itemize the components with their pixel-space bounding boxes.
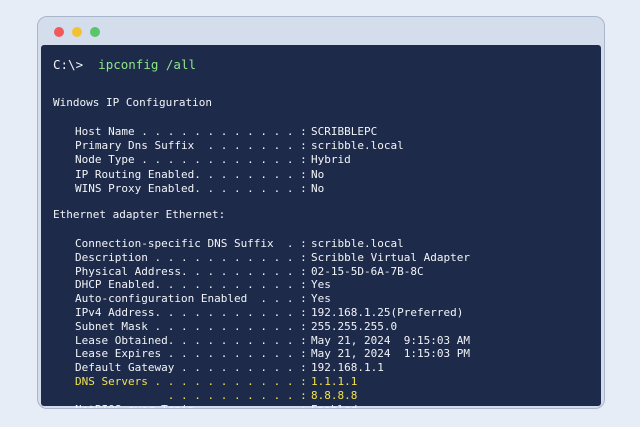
config-row: Lease Obtained. . . . . . . . . . : May 2… (75, 334, 470, 347)
config-row: Node Type . . . . . . . . . . . . : Hybri… (75, 153, 351, 166)
config-label: WINS Proxy Enabled. . . . . . . . : (75, 181, 307, 195)
config-row: DHCP Enabled. . . . . . . . . . . : Yes (75, 278, 331, 291)
config-value: 1.1.1.1 (311, 375, 358, 388)
title-bar (38, 17, 604, 45)
config-row: Primary Dns Suffix . . . . . . . : scribb… (75, 139, 404, 152)
config-value: scribble.local (311, 139, 404, 153)
config-row: Connection-specific DNS Suffix . : scribb… (75, 237, 404, 250)
config-label: Physical Address. . . . . . . . . : (75, 264, 307, 278)
config-value: Scribble Virtual Adapter (311, 250, 470, 264)
config-row: Physical Address. . . . . . . . . : 02-15… (75, 265, 424, 278)
config-row: . . . . . . . . . . : 8.8.8.8 (75, 388, 358, 402)
config-label: Primary Dns Suffix . . . . . . . : (75, 139, 307, 153)
maximize-button[interactable] (90, 27, 100, 37)
config-value: Yes (311, 278, 331, 292)
config-label: DNS Servers . . . . . . . . . . . : (75, 375, 307, 388)
config-label: Subnet Mask . . . . . . . . . . . : (75, 319, 307, 333)
config-label: Default Gateway . . . . . . . . . : (75, 361, 307, 375)
config-value: scribble.local (311, 237, 404, 250)
config-label: IPv4 Address. . . . . . . . . . . : (75, 306, 307, 319)
config-value: 8.8.8.8 (311, 388, 358, 402)
config-value: 255.255.255.0 (311, 319, 398, 333)
config-value: SCRIBBLEPC (311, 125, 378, 138)
config-value: No (311, 167, 325, 181)
config-row: IPv4 Address. . . . . . . . . . . : 192.1… (75, 306, 463, 319)
minimize-button[interactable] (72, 27, 82, 37)
config-label: Lease Expires . . . . . . . . . . : (75, 347, 307, 361)
config-row: Description . . . . . . . . . . . : Scrib… (75, 251, 470, 264)
config-row: Lease Expires . . . . . . . . . . : May 2… (75, 347, 470, 360)
config-value: May 21, 2024 1:15:03 PM (311, 347, 470, 361)
config-row: DNS Servers . . . . . . . . . . . : 1.1.1… (75, 375, 357, 388)
config-row: Host Name . . . . . . . . . . . . : SCRIB… (75, 125, 377, 138)
config-row: Default Gateway . . . . . . . . . : 192.1… (75, 361, 384, 374)
config-label: Connection-specific DNS Suffix . : (75, 237, 307, 250)
config-label: Description . . . . . . . . . . . : (75, 250, 307, 264)
config-value: 192.168.1.1 (311, 361, 384, 375)
terminal-window: C:\> ipconfig /all Windows IP Configurati… (37, 16, 605, 409)
prompt: C:\> (53, 57, 84, 72)
config-row: IP Routing Enabled. . . . . . . . : No (75, 168, 324, 181)
section-heading: Windows IP Configuration (53, 96, 212, 109)
config-label: IP Routing Enabled. . . . . . . . : (75, 167, 307, 181)
section-heading: Ethernet adapter Ethernet: (53, 208, 226, 221)
config-row: NetBIOS over Tcpip. . . . . . . . :Enabl… (75, 403, 357, 408)
terminal-output[interactable]: C:\> ipconfig /all Windows IP Configurati… (41, 45, 601, 408)
config-value: May 21, 2024 9:15:03 AM (311, 333, 470, 347)
config-value: Enabled (311, 403, 357, 408)
config-value: No (311, 181, 325, 195)
config-value: 192.168.1.25(Preferred) (311, 306, 464, 319)
config-label: Node Type . . . . . . . . . . . . : (75, 153, 307, 167)
config-row: Auto-configuration Enabled . . . : Yes (75, 292, 331, 305)
config-value: Yes (311, 292, 331, 306)
config-label: DHCP Enabled. . . . . . . . . . . : (75, 278, 307, 292)
command-prompt-line: C:\> ipconfig /all (53, 58, 196, 72)
config-row: Subnet Mask . . . . . . . . . . . : 255.2… (75, 320, 397, 333)
command-text: ipconfig /all (98, 57, 197, 72)
config-row: WINS Proxy Enabled. . . . . . . . : No (75, 182, 324, 195)
config-label: NetBIOS over Tcpip. . . . . . . . : (75, 403, 311, 408)
config-value: Hybrid (311, 153, 351, 167)
config-label: Host Name . . . . . . . . . . . . : (75, 125, 307, 138)
config-value: 02-15-5D-6A-7B-8C (311, 264, 424, 278)
config-label: Lease Obtained. . . . . . . . . . : (75, 333, 307, 347)
close-button[interactable] (54, 27, 64, 37)
config-label: . . . . . . . . . . : (75, 388, 307, 402)
config-label: Auto-configuration Enabled . . . : (75, 292, 307, 306)
